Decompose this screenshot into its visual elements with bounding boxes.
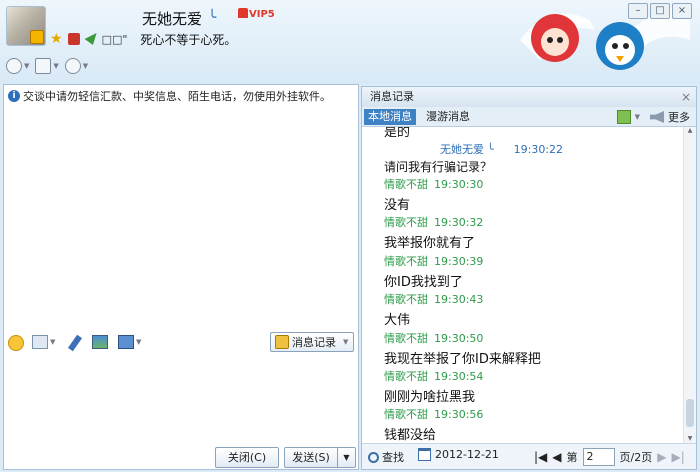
message-header: 情歌不甜 19:30:32 [384, 216, 484, 229]
chevron-down-icon: ▼ [24, 62, 30, 70]
history-tools: ▼ 更多 [616, 109, 690, 125]
window-controls: – □ × [628, 3, 692, 19]
next-page-icon[interactable]: ▶ [657, 450, 666, 464]
screenshot-button[interactable]: ▼ [118, 335, 141, 349]
message-text: 钱都没给 [384, 428, 437, 443]
history-scrollbar[interactable]: ▲ ▼ [683, 127, 696, 445]
pagination: |◀ ◀ 第 2 页/2页 ▶ ▶| [534, 448, 685, 466]
chevron-down-icon: ▼ [82, 62, 89, 70]
history-tabs: 本地消息 漫游消息 ▼ 更多 [362, 107, 696, 127]
chevron-down-icon: ▼ [136, 338, 142, 346]
close-window-button[interactable]: × [672, 3, 692, 19]
send-image-button[interactable] [92, 335, 108, 349]
font-button[interactable]: ▼ [32, 335, 55, 349]
maximize-button[interactable]: □ [650, 3, 670, 19]
paper-plane-icon[interactable] [84, 33, 97, 45]
message-text: 没有 [384, 198, 411, 213]
first-page-icon[interactable]: |◀ [534, 450, 547, 464]
history-icon [275, 335, 289, 349]
history-message-list: 是的 无她无爱 ╰ 19:30:22 请问我有行骗记录？ 情歌不甜 19:30:30 … [362, 127, 684, 445]
contact-nickname: 无她无爱 [142, 10, 203, 28]
message-header: 情歌不甜 19:30:30 [384, 178, 484, 191]
scroll-thumb[interactable] [686, 399, 694, 427]
status-text: □□" [101, 32, 128, 46]
search-icon [368, 451, 379, 463]
header-toolbar: ▼ ▼ ▼ [6, 57, 88, 75]
tab-local-messages[interactable]: 本地消息 [364, 109, 416, 125]
more-button[interactable]: 更多 [668, 109, 690, 125]
status-icon-row: ★ □□" 死心不等于心死。 [50, 30, 236, 48]
screenshot-icon [118, 335, 134, 349]
doodle-button[interactable] [67, 334, 83, 352]
star-icon[interactable]: ★ [50, 31, 63, 47]
wave-icon: ╰ [487, 143, 494, 156]
close-icon[interactable]: × [681, 87, 691, 107]
notice-text: 交谈中请勿轻信汇款、中奖信息、陌生电话，勿使用外挂软件。 [23, 90, 331, 103]
message-history-panel: 消息记录 × 本地消息 漫游消息 ▼ 更多 是的 无她无爱 ╰ 19:30:22 请… [361, 86, 697, 470]
page-suffix: 页/2页 [619, 451, 653, 464]
close-button[interactable]: 关闭(C) [215, 447, 279, 468]
chevron-down-icon: ▼ [50, 338, 56, 346]
message-text: 我现在举报了你ID来解释把 [384, 352, 541, 367]
contact-signature: 死心不等于心死。 [140, 32, 237, 47]
gift-icon[interactable] [67, 33, 80, 45]
scroll-up-icon[interactable]: ▲ [684, 127, 696, 137]
chat-pane: i 交谈中请勿轻信汇款、中奖信息、陌生电话，勿使用外挂软件。 ▼ ▼ 消息记录 … [3, 84, 359, 470]
sound-icon[interactable] [650, 111, 664, 123]
video-call-button[interactable]: ▼ [6, 57, 29, 75]
page-number-input[interactable]: 2 [582, 448, 615, 466]
message-header: 情歌不甜 19:30:56 [384, 408, 484, 421]
message-header: 情歌不甜 19:30:43 [384, 293, 484, 306]
chevron-down-icon: ▼ [53, 62, 59, 70]
date-picker[interactable]: 2012-12-21 [418, 448, 499, 461]
message-text: 是的 [384, 127, 411, 140]
page-prefix: 第 [566, 451, 578, 464]
remote-icon [64, 58, 81, 74]
message-text: 刚刚为啥拉黑我 [384, 390, 476, 405]
avatar-badge-icon [30, 30, 44, 44]
message-header: 情歌不甜 19:30:54 [384, 370, 484, 383]
crown-icon [238, 8, 248, 18]
message-text: 大伟 [384, 313, 411, 328]
find-button[interactable]: 查找 [368, 449, 404, 465]
minimize-button[interactable]: – [628, 3, 648, 19]
chevron-down-icon[interactable]: ▼ [635, 113, 640, 121]
message-text: 请问我有行骗记录？ [384, 160, 493, 174]
message-header: 情歌不甜 19:30:39 [384, 255, 484, 268]
file-transfer-button[interactable]: ▼ [35, 57, 59, 75]
remote-assist-button[interactable]: ▼ [64, 57, 89, 75]
info-icon: i [8, 90, 20, 102]
wave-icon: ╰ [208, 10, 217, 26]
filter-icon[interactable] [616, 110, 631, 124]
send-options-button[interactable]: ▼ [337, 447, 356, 468]
message-header: 无她无爱 ╰ 19:30:22 [440, 143, 564, 156]
message-history-button[interactable]: 消息记录 ▼ [270, 332, 354, 352]
image-icon [92, 335, 108, 349]
date-value: 2012-12-21 [435, 448, 499, 461]
history-title-bar: 消息记录 × [362, 87, 696, 107]
emoji-button[interactable] [8, 335, 24, 351]
tab-roaming-messages[interactable]: 漫游消息 [422, 109, 474, 125]
webcam-icon [6, 58, 22, 74]
file-transfer-icon [35, 58, 52, 74]
message-text: 你ID我找到了 [384, 275, 463, 290]
calendar-icon [418, 448, 431, 461]
window-header: 无她无爱 ╰ VIP5 ★ □□" 死心不等于心死。 ▼ ▼ ▼ – □ × [0, 0, 700, 84]
chevron-down-icon: ▼ [343, 338, 349, 346]
emoji-icon [8, 335, 24, 351]
history-footer: 查找 2012-12-21 |◀ ◀ 第 2 页/2页 ▶ ▶| [362, 443, 696, 469]
message-text: 我举报你就有了 [384, 236, 476, 251]
input-toolbar: ▼ ▼ 消息记录 ▼ [4, 332, 358, 355]
pen-icon [67, 334, 83, 352]
send-button[interactable]: 发送(S) [284, 447, 338, 468]
security-notice: i 交谈中请勿轻信汇款、中奖信息、陌生电话，勿使用外挂软件。 [8, 88, 331, 104]
message-header: 情歌不甜 19:30:50 [384, 332, 484, 345]
prev-page-icon[interactable]: ◀ [552, 450, 561, 464]
vip-badge[interactable]: VIP5 [238, 8, 276, 24]
history-title: 消息记录 [370, 90, 414, 103]
last-page-icon[interactable]: ▶| [671, 450, 684, 464]
font-icon [32, 335, 48, 349]
